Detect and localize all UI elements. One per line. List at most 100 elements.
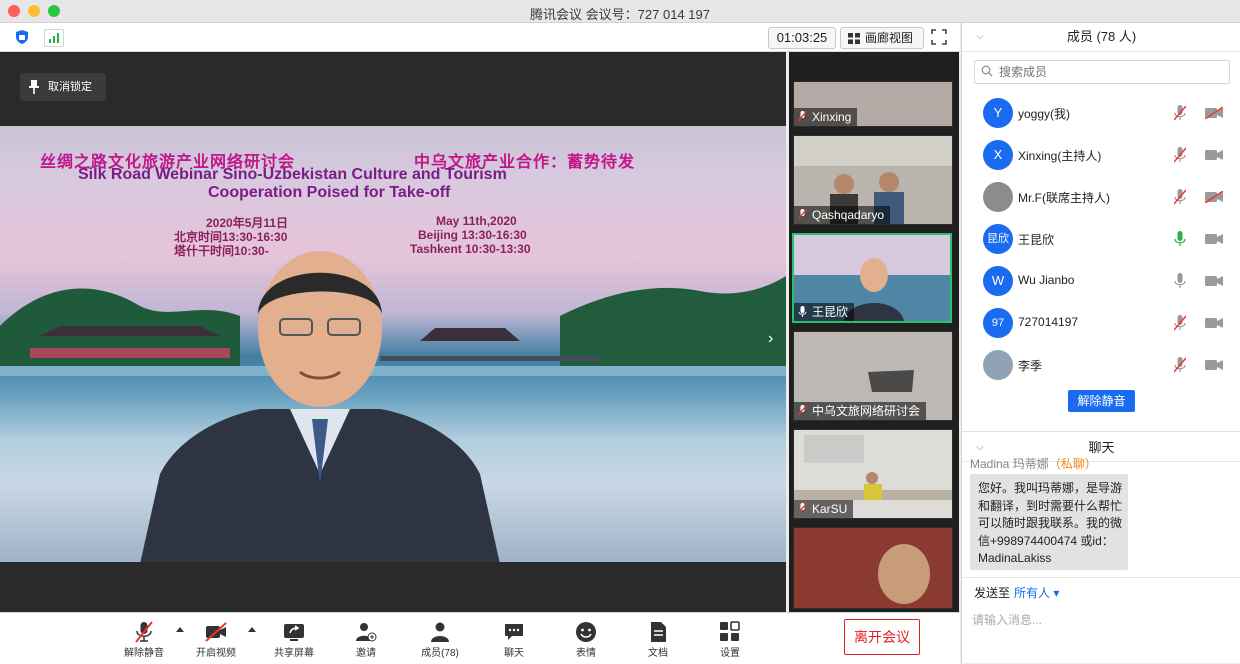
mic-muted-icon[interactable]	[1174, 357, 1186, 373]
unpin-label: 取消锁定	[48, 81, 92, 93]
member-name: Xinxing(主持人)	[1018, 149, 1102, 163]
unmute-button[interactable]: 解除静音	[114, 619, 174, 659]
thumbnail-karsu[interactable]: KarSU	[793, 429, 953, 519]
thumbnail-qashqadaryo[interactable]: Qashqadaryo	[793, 135, 953, 225]
mic-muted-icon[interactable]	[1174, 147, 1186, 163]
avatar	[983, 350, 1013, 380]
documents-button[interactable]: 文档	[628, 619, 688, 659]
search-icon	[981, 65, 993, 77]
thumbnail-wang-kunxin[interactable]: 王昆欣	[792, 233, 952, 323]
private-tag: （私聊）	[1048, 457, 1097, 471]
avatar: X	[983, 140, 1013, 170]
member-row[interactable]: 李季	[962, 344, 1240, 386]
unmute-all-button[interactable]: 解除静音	[1068, 390, 1135, 412]
settings-button[interactable]: 设置	[700, 619, 760, 659]
mic-muted-icon	[798, 405, 807, 416]
chat-title: 聊天	[1088, 440, 1115, 455]
camera-off-icon	[205, 622, 227, 642]
camera-off-icon[interactable]	[1205, 107, 1223, 119]
meeting-toolbar: 01:03:25 画廊视图	[0, 23, 960, 52]
members-title: 成员 (78 人)	[1066, 29, 1137, 44]
share-screen-button[interactable]: 共享屏幕	[264, 619, 324, 659]
member-search[interactable]	[974, 60, 1230, 84]
reactions-button[interactable]: 表情	[556, 619, 616, 659]
window-title: 腾讯会议 会议号：727 014 197	[530, 7, 710, 22]
avatar: W	[983, 266, 1013, 296]
mic-muted-icon[interactable]	[1174, 189, 1186, 205]
send-to-label: 发送至	[974, 586, 1011, 600]
camera-icon[interactable]	[1205, 359, 1223, 371]
main-video-area: 取消锁定 丝绸之路文化旅游产业网络研讨会 中乌文旅产业合作：蓄势待发 Silk …	[0, 52, 786, 612]
slide-time-beijing-en: Beijing 13:30-16:30	[418, 228, 527, 242]
fullscreen-icon[interactable]	[931, 29, 947, 45]
next-page-arrow-icon[interactable]: ›	[768, 330, 773, 348]
camera-icon[interactable]	[1205, 317, 1223, 329]
camera-icon[interactable]	[1205, 275, 1223, 287]
chat-button[interactable]: 聊天	[484, 619, 544, 659]
avatar	[983, 182, 1013, 212]
unpin-button[interactable]: 取消锁定	[20, 73, 106, 101]
slide-date-en: May 11th,2020	[436, 214, 517, 228]
gallery-view-button[interactable]: 画廊视图	[840, 27, 924, 49]
send-to-row: 发送至 所有人 ▾	[962, 577, 1240, 604]
member-row[interactable]: Mr.F(联席主持人)	[962, 176, 1240, 218]
member-row[interactable]: X Xinxing(主持人)	[962, 134, 1240, 176]
mic-muted-icon[interactable]	[1174, 315, 1186, 331]
mic-muted-icon	[798, 209, 807, 220]
mic-muted-icon[interactable]	[1174, 105, 1186, 121]
slide-title-en-1: Silk Road Webinar Sino-Uzbekistan Cultur…	[78, 166, 507, 183]
member-search-input[interactable]	[997, 63, 1221, 81]
chat-input[interactable]: 请输入消息...	[972, 611, 1042, 628]
avatar: 昆欣	[983, 224, 1013, 254]
mic-muted-icon	[798, 111, 807, 122]
chat-message: 您好。我叫玛蒂娜，是导游和翻译，到时需要什么帮忙可以随时跟我联系。我的微信+99…	[970, 474, 1128, 570]
grid-icon	[848, 33, 860, 44]
members-button[interactable]: 成员(78)	[410, 619, 470, 659]
member-row[interactable]: 97 727014197	[962, 302, 1240, 344]
member-name: yoggy(我)	[1018, 107, 1071, 121]
add-person-icon	[356, 623, 377, 642]
speaker-figure	[140, 251, 500, 562]
speaker-video[interactable]: 丝绸之路文化旅游产业网络研讨会 中乌文旅产业合作：蓄势待发 Silk Road …	[0, 126, 786, 562]
start-video-button[interactable]: 开启视频	[186, 619, 246, 659]
thumbnail-label: 中乌文旅网络研讨会	[794, 402, 927, 420]
thumbnail-participant[interactable]	[793, 527, 953, 609]
member-name: 李季	[1018, 359, 1043, 373]
avatar: 97	[983, 308, 1013, 338]
person-icon	[431, 622, 449, 642]
settings-grid-icon	[720, 621, 740, 641]
invite-button[interactable]: 邀请	[336, 619, 396, 659]
camera-icon[interactable]	[1205, 233, 1223, 245]
camera-icon[interactable]	[1205, 149, 1223, 161]
camera-off-icon[interactable]	[1205, 191, 1223, 203]
send-to-dropdown[interactable]: 所有人 ▾	[1014, 584, 1059, 601]
gallery-view-label: 画廊视图	[865, 31, 914, 45]
network-signal-icon[interactable]	[44, 29, 64, 47]
member-name: 727014197	[1018, 315, 1079, 329]
security-shield-icon[interactable]	[14, 29, 30, 45]
member-row[interactable]: 昆欣 王昆欣	[962, 218, 1240, 260]
members-header: ⌵ 成员 (78 人)	[962, 23, 1240, 52]
smiley-icon	[576, 622, 596, 642]
thumbnail-label: Xinxing	[794, 108, 858, 126]
video-feed-image	[794, 528, 952, 608]
chat-bubble-icon	[505, 624, 523, 640]
avatar: Y	[983, 98, 1013, 128]
slide-title-en-2: Cooperation Poised for Take-off	[208, 184, 451, 201]
mic-icon[interactable]	[1174, 231, 1186, 247]
mic-muted-icon	[798, 503, 807, 514]
video-options-caret-icon[interactable]	[248, 627, 256, 632]
member-name: 王昆欣	[1018, 233, 1055, 247]
participant-thumbnails: Xinxing Qashqadaryo 王昆欣 中乌文旅网络研讨会 KarSU	[789, 52, 959, 612]
mic-icon[interactable]	[1174, 273, 1186, 289]
audio-options-caret-icon[interactable]	[176, 627, 184, 632]
thumbnail-label: 王昆欣	[794, 303, 855, 321]
thumbnail-webinar-room[interactable]: 中乌文旅网络研讨会	[793, 331, 953, 421]
bottom-control-bar: 解除静音 开启视频 共享屏幕 邀请 成员(78) 聊天 表情 文档 设置 离开会…	[0, 612, 960, 664]
member-name: Wu Jianbo	[1018, 273, 1075, 287]
collapse-chevron-icon[interactable]: ⌵	[976, 23, 984, 51]
leave-meeting-button[interactable]: 离开会议	[844, 619, 920, 655]
member-row[interactable]: Yyoggy(我)	[962, 92, 1240, 134]
member-row[interactable]: W Wu Jianbo	[962, 260, 1240, 302]
thumbnail-xinxing[interactable]: Xinxing	[793, 81, 953, 127]
